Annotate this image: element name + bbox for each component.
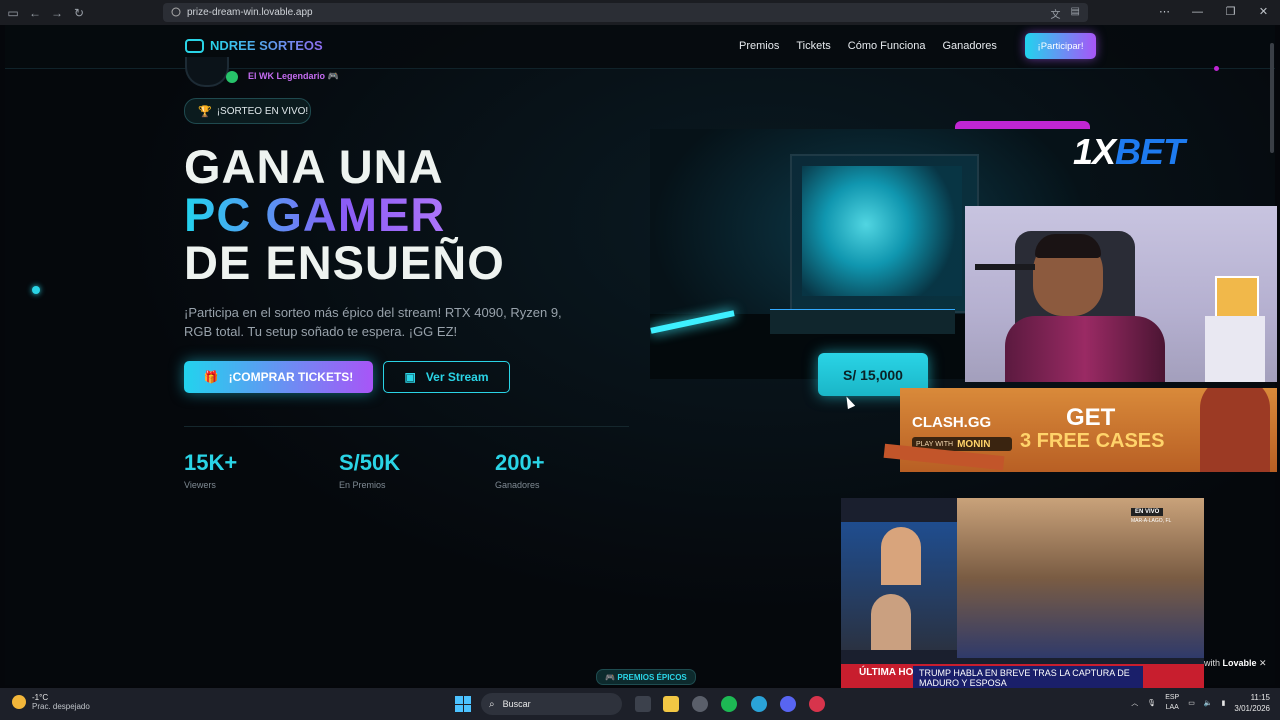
spotify-icon[interactable]	[721, 696, 737, 712]
gift-icon: 🎁	[203, 370, 219, 384]
back-icon[interactable]: ←	[26, 4, 44, 22]
sidebar-toggle-icon[interactable]: ▭	[4, 4, 22, 22]
buy-tickets-button[interactable]: 🎁 ¡COMPRAR TICKETS!	[184, 361, 373, 393]
pc-case	[790, 154, 979, 313]
live-badge-label: ¡SORTEO EN VIVO!	[216, 105, 309, 117]
browser-icon[interactable]	[809, 696, 825, 712]
gamepad-icon	[185, 38, 204, 53]
url-text[interactable]: prize-dream-win.lovable.app	[187, 7, 313, 18]
hero-line-2: PC GAMER	[184, 191, 505, 239]
stat-prizes: S/50K En Premios	[339, 450, 400, 490]
stat-winners: 200+ Ganadores	[495, 450, 545, 490]
network-icon[interactable]: ▭	[1188, 699, 1195, 707]
buy-tickets-label: ¡COMPRAR TICKETS!	[228, 370, 354, 384]
mic-icon[interactable]: 🎙	[1147, 699, 1156, 707]
battery-icon[interactable]: ▮	[1222, 699, 1226, 707]
news-headline: TRUMP HABLA EN BREVE TRAS LA CAPTURA DE …	[913, 666, 1143, 688]
avatar	[185, 57, 229, 87]
hero-line-3: DE ENSUEÑO	[184, 236, 505, 289]
nav-item-premios[interactable]: Premios	[739, 40, 779, 52]
telegram-icon[interactable]	[751, 696, 767, 712]
divider	[184, 426, 629, 427]
watch-stream-button[interactable]: ▣ Ver Stream	[383, 361, 510, 393]
minimize-icon[interactable]: —	[1181, 0, 1214, 25]
live-label: EN VIVO	[1131, 508, 1164, 516]
stat-label: Ganadores	[495, 480, 540, 490]
nav-menu: Premios Tickets Cómo Funciona Ganadores	[739, 40, 1014, 52]
translate-icon[interactable]: 文	[1051, 6, 1061, 21]
nav-item-como-funciona[interactable]: Cómo Funciona	[848, 40, 926, 52]
volume-icon[interactable]: 🔈	[1204, 699, 1213, 707]
news-ticker: ÚLTIMA HORA TRUMP HABLA EN BREVE TRAS LA…	[841, 664, 1204, 688]
clash-free-cases: 3 FREE CASES	[1020, 430, 1165, 452]
taskbar-search[interactable]: ⌕ Buscar	[481, 693, 622, 715]
watch-stream-label: Ver Stream	[425, 370, 489, 384]
streamer-avatar	[183, 57, 243, 87]
character-art	[1200, 388, 1270, 472]
search-label: Buscar	[502, 699, 531, 709]
tray-overflow-icon[interactable]: ︿	[1131, 698, 1138, 708]
task-view-icon[interactable]	[635, 696, 651, 712]
microphone-icon	[975, 264, 1035, 270]
windows-start-icon[interactable]	[455, 696, 471, 712]
search-icon: ⌕	[489, 698, 495, 710]
maximize-icon[interactable]: ❐	[1214, 0, 1247, 25]
hero-description: ¡Participa en el sorteo más épico del st…	[184, 305, 562, 339]
more-icon[interactable]: ⋯	[1148, 0, 1181, 25]
decor-dot	[1214, 66, 1219, 71]
browser-toolbar: ▭ ← → ↻ prize-dream-win.lovable.app 文 ▤ …	[0, 0, 1280, 25]
discord-icon[interactable]	[780, 696, 796, 712]
clash-get: GET	[1066, 404, 1116, 431]
weather-widget[interactable]: -1°C Prac. despejado	[12, 693, 90, 711]
live-badge: 🏆 ¡SORTEO EN VIVO!	[184, 98, 311, 124]
nav-item-ganadores[interactable]: Ganadores	[942, 40, 996, 52]
hero-line-1: GANA UNA	[184, 140, 444, 193]
stat-label: En Premios	[339, 480, 386, 490]
streamer-name: El WK Legendario 🎮	[248, 71, 339, 81]
stat-value: 200+	[495, 450, 545, 475]
temperature: -1°C	[32, 693, 49, 702]
lovable-badge[interactable]: with Lovable ✕	[1204, 658, 1267, 669]
reader-icon[interactable]: ▤	[1071, 6, 1080, 21]
obs-icon[interactable]	[692, 696, 708, 712]
forward-icon[interactable]: →	[48, 4, 66, 22]
decor-dot	[32, 286, 40, 294]
participar-button[interactable]: ¡Participar!	[1025, 33, 1096, 59]
webcam-overlay	[965, 206, 1277, 382]
stat-label: Viewers	[184, 480, 216, 490]
nav-item-tickets[interactable]: Tickets	[796, 40, 830, 52]
keyboard	[770, 309, 955, 334]
trophy-icon: 🏆	[198, 105, 212, 118]
news-studio	[841, 522, 957, 650]
site-info-icon[interactable]	[171, 7, 181, 17]
clock[interactable]: 11:15 3/01/2026	[1234, 692, 1270, 714]
twitch-icon	[226, 71, 238, 83]
brand-logo[interactable]: NDREE SORTEOS	[185, 38, 323, 53]
stat-viewers: 15K+ Viewers	[184, 450, 237, 490]
weather-icon	[12, 695, 26, 709]
address-bar[interactable]: prize-dream-win.lovable.app 文 ▤	[163, 3, 1088, 22]
file-explorer-icon[interactable]	[663, 696, 679, 712]
hero-title: GANA UNA PC GAMER DE ENSUEÑO	[184, 143, 505, 287]
close-icon[interactable]: ✕	[1247, 0, 1280, 25]
location-label: MAR-A-LAGO, FL	[1131, 518, 1172, 524]
clash-logo: CLASH.GG	[912, 414, 992, 431]
premios-epicos-badge: 🎮 PREMIOS ÉPICOS	[596, 669, 696, 685]
brand-name: NDREE SORTEOS	[210, 38, 323, 53]
stat-value: 15K+	[184, 450, 238, 475]
language-indicator[interactable]: ESP LAA	[1165, 693, 1179, 713]
taskbar: -1°C Prac. despejado ⌕ Buscar ︿ 🎙 ESP LA…	[0, 688, 1280, 720]
stat-value: S/50K	[339, 450, 401, 475]
news-overlay: EN VIVO MAR-A-LAGO, FL ÚLTIMA HORA TRUMP…	[841, 498, 1204, 688]
play-icon: ▣	[404, 370, 416, 384]
1xbet-logo: 1XBET	[1073, 131, 1185, 172]
reload-icon[interactable]: ↻	[70, 4, 88, 22]
weather-status: Prac. despejado	[32, 702, 90, 711]
system-tray: ︿ 🎙 ESP LAA ▭ 🔈 ▮ 11:15 3/01/2026	[1131, 692, 1270, 714]
